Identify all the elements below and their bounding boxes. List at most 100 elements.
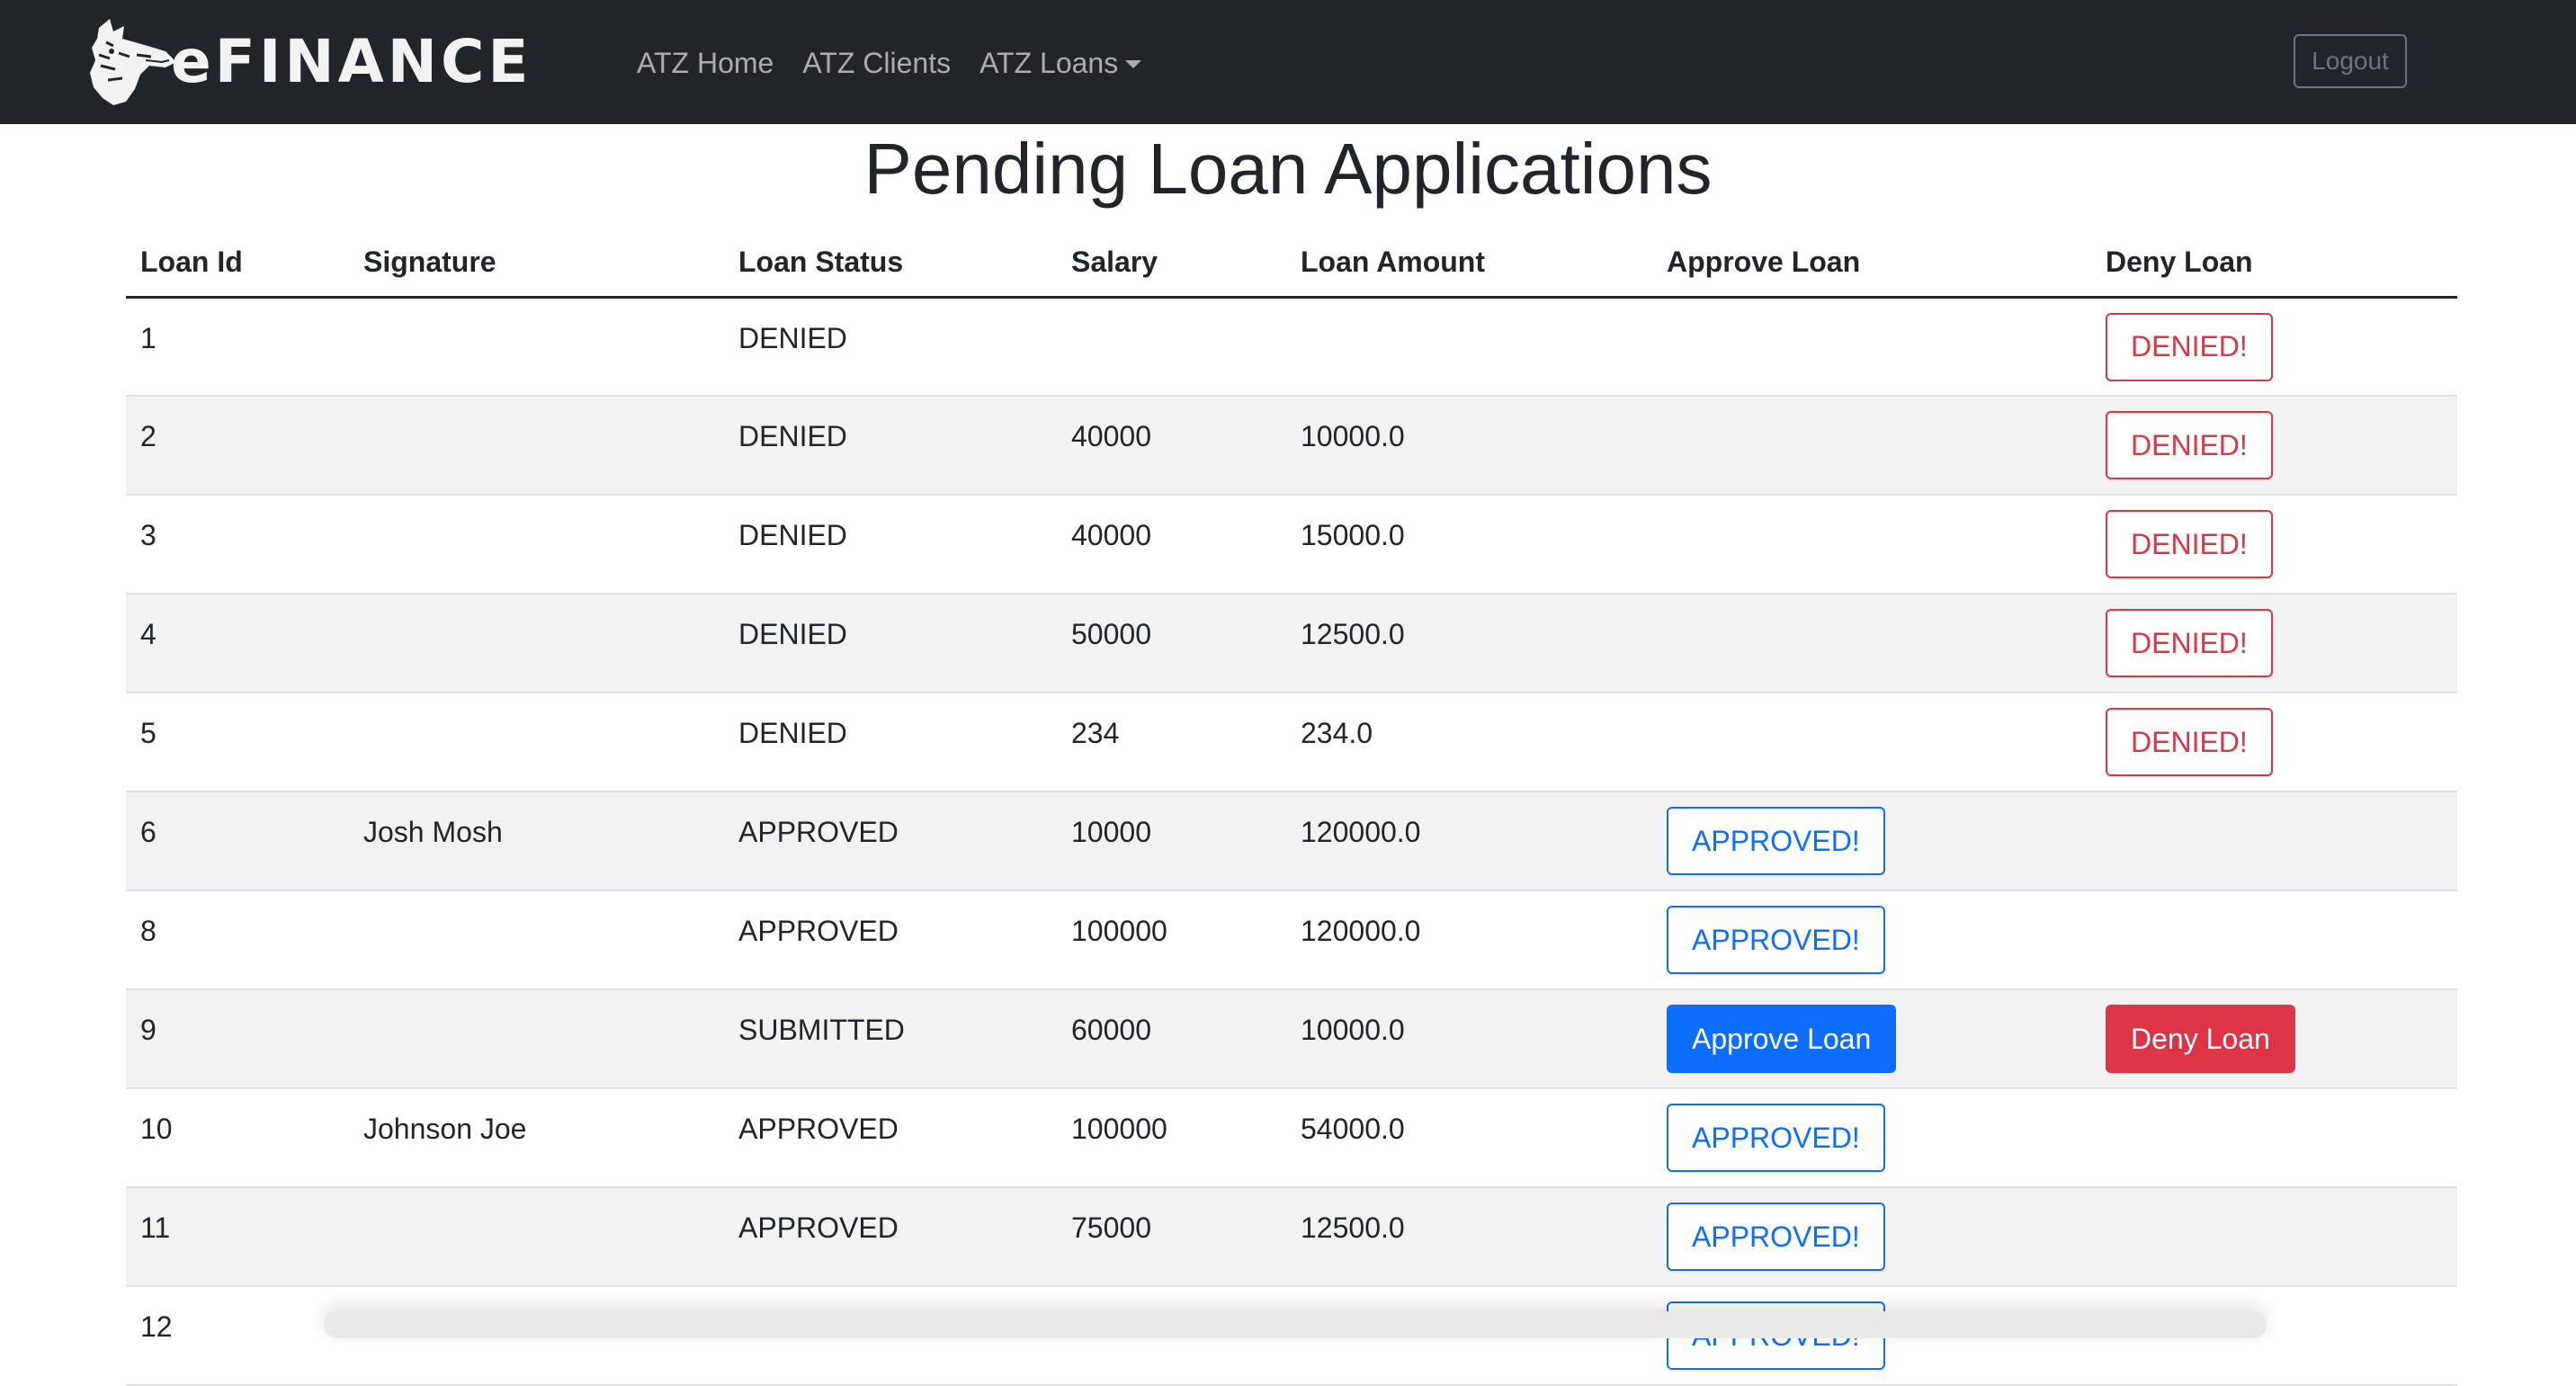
table-header-row: Loan Id Signature Loan Status Salary Loa…: [126, 228, 2457, 299]
cell-approve-loan: [1652, 594, 2091, 693]
cell-approve-loan: [1652, 693, 2091, 792]
bottom-overlay-bar: [324, 1311, 2267, 1338]
cell-deny-loan: [2091, 1187, 2457, 1287]
approved-status-button[interactable]: APPROVED!: [1667, 906, 1885, 974]
table-row: 11 APPROVED 75000 12500.0 APPROVED!: [126, 1187, 2457, 1287]
nav-link-label: ATZ Loans: [979, 46, 1119, 79]
approve-loan-button[interactable]: Approve Loan: [1667, 1005, 1897, 1073]
cell-salary: 10000: [1057, 791, 1286, 891]
cell-loan-status-text: APPROVED: [738, 915, 899, 947]
nav-link-atz-home[interactable]: ATZ Home: [637, 47, 774, 80]
cell-signature-text: [363, 1287, 724, 1309]
cell-loan-id-text: 2: [140, 420, 157, 452]
cell-loan-status-text: APPROVED: [738, 1113, 899, 1145]
cell-loan-id-text: 5: [140, 717, 157, 749]
cell-signature-text: [363, 397, 724, 418]
cell-loan-amount-text: [1301, 299, 1652, 320]
cell-approve-loan: [1652, 297, 2091, 397]
cell-loan-amount-text: 234.0: [1301, 717, 1373, 749]
deny-loan-button[interactable]: Deny Loan: [2106, 1005, 2295, 1073]
brand-name: eFINANCE: [171, 27, 532, 96]
cell-loan-amount: 120000.0: [1286, 791, 1652, 891]
cell-salary: 60000: [1057, 989, 1286, 1089]
cell-signature: [349, 495, 724, 595]
cell-salary-text: 40000: [1071, 420, 1151, 452]
cell-approve-loan: [1652, 396, 2091, 496]
cell-loan-id: 5: [126, 693, 349, 792]
nav-dropdown-atz-loans[interactable]: ATZ Loans: [979, 46, 1142, 80]
denied-status-button[interactable]: DENIED!: [2106, 510, 2273, 578]
cell-loan-id-text: 3: [140, 519, 157, 551]
nav-link-label: ATZ Clients: [802, 46, 952, 79]
denied-status-button[interactable]: DENIED!: [2106, 411, 2273, 479]
cell-approve-loan: APPROVED!: [1652, 890, 2091, 990]
denied-status-button[interactable]: DENIED!: [2106, 708, 2273, 776]
cell-salary-text: 50000: [1071, 618, 1151, 650]
cell-signature: [349, 396, 724, 496]
cell-signature: [349, 297, 724, 397]
cell-signature: [349, 989, 724, 1089]
cell-signature: [349, 693, 724, 792]
cell-loan-status: SUBMITTED: [724, 989, 1057, 1089]
cell-loan-amount: 234.0: [1286, 693, 1652, 792]
cell-loan-amount: 12500.0: [1286, 594, 1652, 693]
cell-signature-text: [363, 496, 724, 517]
brand[interactable]: eFINANCE: [83, 14, 532, 110]
cell-salary-text: 75000: [1071, 1212, 1151, 1244]
column-header-loan-id: Loan Id: [126, 228, 349, 299]
cell-loan-status-text: DENIED: [738, 618, 847, 650]
cell-loan-id-text: 6: [140, 816, 157, 848]
cell-deny-loan: DENIED!: [2091, 594, 2457, 693]
cell-salary: 40000: [1057, 396, 1286, 496]
cell-signature-text: [363, 693, 724, 715]
cell-loan-id: 3: [126, 495, 349, 595]
cell-loan-amount: 15000.0: [1286, 495, 1652, 595]
cell-loan-id: 12: [126, 1286, 349, 1386]
cell-loan-amount: 10000.0: [1286, 989, 1652, 1089]
cell-loan-id: 6: [126, 791, 349, 891]
denied-status-button[interactable]: DENIED!: [2106, 312, 2273, 381]
cell-loan-id-text: 4: [140, 618, 157, 650]
cell-signature-text: Josh Mosh: [363, 816, 503, 848]
cell-salary-text: 10000: [1071, 816, 1151, 848]
approved-status-button[interactable]: APPROVED!: [1667, 1104, 1885, 1172]
cell-loan-id: 10: [126, 1088, 349, 1188]
cell-salary: 50000: [1057, 594, 1286, 693]
cell-loan-status-text: DENIED: [738, 519, 847, 551]
cell-loan-status-text: SUBMITTED: [738, 1014, 905, 1046]
cell-approve-loan: Approve Loan: [1652, 989, 2091, 1089]
column-header-salary: Salary: [1057, 228, 1286, 299]
nav-link-label: ATZ Home: [637, 46, 774, 79]
cell-deny-loan: Deny Loan: [2091, 989, 2457, 1089]
cell-salary: 234: [1057, 693, 1286, 792]
cell-approve-loan: APPROVED!: [1652, 1088, 2091, 1188]
cell-loan-id: 8: [126, 890, 349, 990]
cell-salary-text: 100000: [1071, 915, 1167, 947]
cell-salary: 100000: [1057, 890, 1286, 990]
cell-approve-loan: APPROVED!: [1652, 791, 2091, 891]
cell-salary-text: 60000: [1071, 1014, 1151, 1046]
cell-salary-text: [1071, 299, 1286, 320]
cell-loan-amount: 10000.0: [1286, 396, 1652, 496]
cell-loan-amount-text: 10000.0: [1301, 420, 1405, 452]
column-header-signature: Signature: [349, 228, 724, 299]
cell-loan-status: APPROVED: [724, 791, 1057, 891]
approved-status-button[interactable]: APPROVED!: [1667, 1203, 1885, 1271]
approved-status-button[interactable]: APPROVED!: [1667, 807, 1885, 875]
denied-status-button[interactable]: DENIED!: [2106, 609, 2273, 677]
cell-loan-status: DENIED: [724, 297, 1057, 397]
cell-loan-id-text: 8: [140, 915, 157, 947]
cell-loan-amount-text: 54000.0: [1301, 1113, 1405, 1145]
cell-loan-amount: 12500.0: [1286, 1187, 1652, 1287]
logout-button[interactable]: Logout: [2294, 34, 2407, 88]
cell-loan-status: DENIED: [724, 396, 1057, 496]
cell-deny-loan: [2091, 791, 2457, 891]
cell-deny-loan: DENIED!: [2091, 495, 2457, 595]
nav-link-atz-clients[interactable]: ATZ Clients: [802, 47, 951, 80]
cell-loan-id: 2: [126, 396, 349, 496]
cell-loan-id: 4: [126, 594, 349, 693]
cell-salary-text: 234: [1071, 717, 1120, 749]
cell-salary: 75000: [1057, 1187, 1286, 1287]
table-row: 4 DENIED 50000 12500.0 DENIED!: [126, 594, 2457, 693]
cell-signature: [349, 594, 724, 693]
